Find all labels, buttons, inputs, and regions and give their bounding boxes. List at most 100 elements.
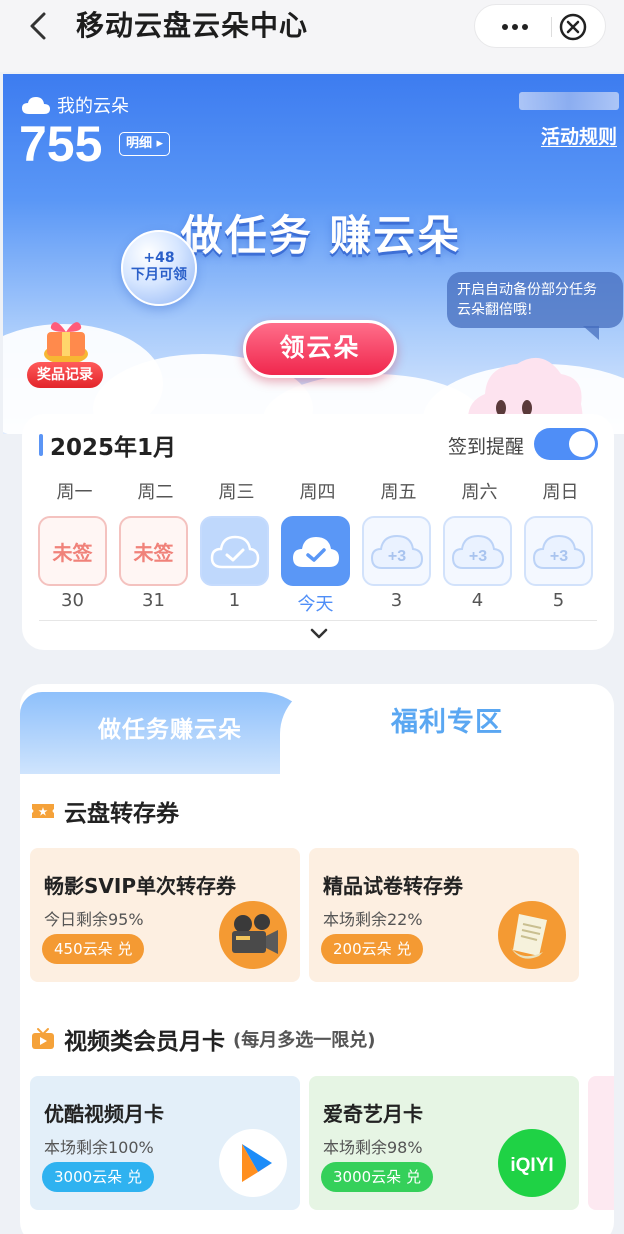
calendar-days: 未签 30 未签 31 1 今天 +3 3 +3 4 +3 5	[38, 516, 593, 616]
weekday-label: 周一	[56, 482, 93, 503]
calendar-day[interactable]: 1	[200, 516, 269, 616]
chevron-down-icon[interactable]	[308, 626, 330, 642]
capsule-divider	[551, 17, 552, 37]
tv-play-icon	[32, 1028, 54, 1049]
today-day-tile	[281, 516, 350, 586]
svg-text:★: ★	[39, 807, 48, 818]
close-icon[interactable]	[557, 11, 589, 43]
next-month-bubble[interactable]: +48 下月可领	[121, 230, 197, 306]
exam-paper-icon	[498, 901, 566, 969]
reward-remaining: 本场剩余22%	[323, 910, 423, 929]
calendar-day[interactable]: +3 4	[443, 516, 512, 616]
calendar-month: 2025年1月	[50, 435, 177, 461]
bubble-caption: 下月可领	[131, 267, 187, 283]
future-day-tile: +3	[362, 516, 431, 586]
claim-cloud-button[interactable]: 领云朵	[243, 320, 397, 378]
youku-logo-icon	[219, 1129, 287, 1197]
day-number-today: 今天	[297, 594, 334, 615]
my-cloud-header: 我的云朵	[21, 92, 129, 118]
section-subtitle: (每月多选一限兑)	[233, 1030, 376, 1051]
day-number: 31	[142, 590, 165, 611]
weekday-header: 周一 周二 周三 周四 周五 周六 周日	[34, 478, 602, 504]
reward-card[interactable]: 精品试卷转存券 本场剩余22% 200云朵 兑	[309, 848, 579, 982]
tab-tasks[interactable]: 做任务赚云朵	[20, 692, 320, 774]
detail-label: 明细	[126, 136, 153, 151]
section-title-text: 云盘转存券	[64, 801, 179, 827]
backup-tip-bubble: 开启自动备份部分任务 云朵翻倍哦!	[447, 272, 623, 340]
redeem-button[interactable]: 450云朵 兑	[42, 934, 145, 964]
calendar-day[interactable]: 今天	[281, 516, 350, 616]
bonus-text: +3	[387, 548, 405, 565]
tip-line-1: 开启自动备份部分任务	[457, 282, 597, 298]
calendar-day[interactable]: 未签 30	[38, 516, 107, 616]
missed-day-tile: 未签	[119, 516, 188, 586]
weekday-label: 周日	[542, 482, 579, 503]
masked-account	[519, 92, 619, 110]
reward-card[interactable]: 优酷视频月卡 本场剩余100% 3000云朵 兑	[30, 1076, 300, 1210]
weekday-label: 周三	[218, 482, 255, 503]
cloud-bonus-icon: +3	[451, 534, 504, 569]
reward-remaining: 本场剩余98%	[323, 1138, 423, 1157]
checkin-reminder-toggle[interactable]	[534, 428, 598, 460]
page-title: 移动云盘云朵中心	[76, 9, 309, 42]
day-number: 4	[471, 590, 484, 611]
section-title-text: 视频类会员月卡	[64, 1029, 225, 1055]
reward-remaining: 今日剩余95%	[44, 910, 144, 929]
reward-card-partial[interactable]	[588, 1076, 614, 1210]
iqiyi-logo-text: iQIYI	[510, 1155, 553, 1176]
redeem-button[interactable]: 200云朵 兑	[321, 934, 424, 964]
missed-day-tile: 未签	[38, 516, 107, 586]
checked-day-tile	[200, 516, 269, 586]
checkin-reminder-label: 签到提醒	[448, 436, 525, 458]
rewards-panel: 做任务赚云朵 福利专区 ★ 云盘转存券 畅影SVIP单次转存券 今日剩余95% …	[20, 684, 614, 1234]
panel-tabs: 做任务赚云朵 福利专区	[20, 684, 614, 774]
reward-card[interactable]: 爱奇艺月卡 本场剩余98% 3000云朵 兑 iQIYI	[309, 1076, 579, 1210]
my-cloud-label: 我的云朵	[57, 96, 129, 117]
calendar-accent-bar	[39, 434, 43, 456]
more-icon[interactable]	[489, 5, 541, 49]
day-number: 3	[390, 590, 403, 611]
prize-record-button[interactable]: 奖品记录	[27, 314, 107, 394]
tab-welfare[interactable]: 福利专区	[280, 684, 614, 774]
activity-rules-link[interactable]: 活动规则	[541, 122, 617, 149]
calendar-day[interactable]: +3 3	[362, 516, 431, 616]
section-title-transfer: ★ 云盘转存券	[30, 794, 179, 828]
future-day-tile: +3	[524, 516, 593, 586]
calendar-day[interactable]: +3 5	[524, 516, 593, 616]
cloud-icon	[22, 97, 50, 114]
reward-remaining: 本场剩余100%	[44, 1138, 154, 1157]
weekday-label: 周四	[299, 482, 336, 503]
checkin-calendar: 2025年1月 签到提醒 周一 周二 周三 周四 周五 周六 周日 未签 30 …	[22, 414, 614, 650]
bubble-amount: +48	[143, 250, 175, 266]
bonus-text: +3	[549, 548, 567, 565]
cloud-bonus-icon: +3	[532, 534, 585, 569]
tip-line-2: 云朵翻倍哦!	[457, 302, 533, 318]
ticket-icon: ★	[32, 804, 54, 818]
toggle-knob	[569, 431, 595, 457]
reward-name: 精品试卷转存券	[323, 874, 463, 898]
cloud-balance: 755	[19, 116, 103, 172]
weekday-label: 周五	[380, 482, 417, 503]
reward-card[interactable]: 畅影SVIP单次转存券 今日剩余95% 450云朵 兑	[30, 848, 300, 982]
calendar-day[interactable]: 未签 31	[119, 516, 188, 616]
film-projector-icon	[219, 901, 287, 969]
future-day-tile: +3	[443, 516, 512, 586]
cloud-check-icon	[292, 537, 339, 567]
redeem-button[interactable]: 3000云朵 兑	[42, 1162, 154, 1192]
gift-box-icon	[44, 322, 88, 364]
mini-program-capsule	[474, 4, 606, 48]
hero-slogan: 做任务 赚云朵	[180, 211, 462, 260]
detail-button[interactable]: 明细 ▸	[119, 132, 171, 156]
cloud-check-icon	[210, 535, 259, 569]
section-title-video: 视频类会员月卡 (每月多选一限兑)	[30, 1022, 375, 1056]
cloud-bonus-icon: +3	[370, 534, 423, 569]
reward-name: 爱奇艺月卡	[323, 1102, 423, 1126]
redeem-button[interactable]: 3000云朵 兑	[321, 1162, 433, 1192]
hero-banner: 我的云朵 755 明细 ▸ 活动规则 做任务 赚云朵 +48 下月可领 开启自动…	[3, 74, 624, 434]
reward-name: 优酷视频月卡	[44, 1102, 164, 1126]
top-nav-bar: 移动云盘云朵中心	[0, 0, 624, 72]
back-icon[interactable]	[22, 8, 58, 44]
bonus-text: +3	[468, 548, 486, 565]
day-number: 1	[228, 590, 241, 611]
prize-record-label: 奖品记录	[27, 362, 103, 388]
